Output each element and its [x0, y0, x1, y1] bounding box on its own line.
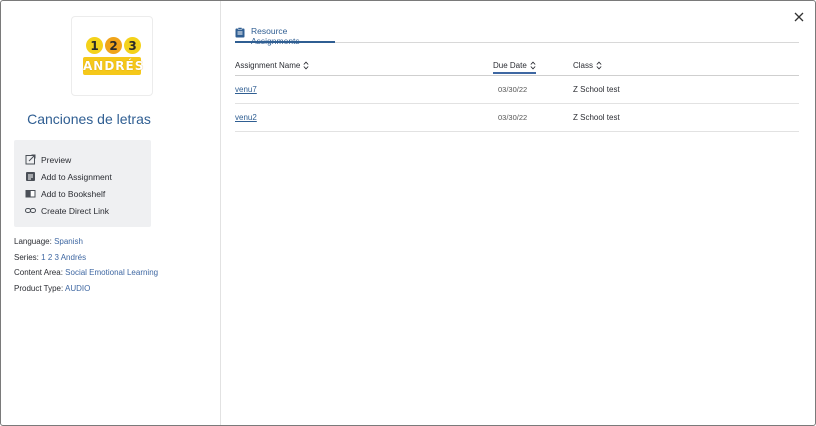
- assignments-panel: Resource Assignments Assignment Name Due…: [222, 1, 815, 425]
- action-menu: Preview Add to Assignment Add to Bookshe…: [14, 140, 151, 227]
- table-row: venu7 03/30/22 Z School test: [235, 76, 799, 104]
- tab-resource-assignments[interactable]: Resource Assignments: [235, 23, 335, 46]
- cover-number: 2: [105, 37, 122, 54]
- sort-icon: [596, 61, 602, 70]
- assignment-link[interactable]: venu2: [235, 113, 257, 122]
- table-header: Assignment Name Due Date Class: [235, 57, 799, 76]
- add-to-assignment-button[interactable]: Add to Assignment: [14, 168, 151, 185]
- table-row: venu2 03/30/22 Z School test: [235, 104, 799, 132]
- meta-value: Social Emotional Learning: [65, 268, 159, 277]
- column-header-label: Class: [573, 61, 594, 70]
- cover-number: 3: [124, 37, 141, 54]
- meta-value: 1 2 3 Andrés: [41, 252, 87, 262]
- book-icon: [25, 188, 36, 199]
- resource-cover: 1 2 3 ANDRÉS: [71, 16, 153, 96]
- resource-metadata: Language: Spanish Series: 1 2 3 Andrés C…: [14, 234, 214, 296]
- resource-modal: 1 2 3 ANDRÉS Canciones de letras Preview: [0, 0, 816, 426]
- cover-logo-numbers: 1 2 3: [86, 37, 141, 54]
- action-label: Add to Assignment: [41, 171, 112, 182]
- class-name: Z School test: [573, 113, 620, 122]
- meta-value: AUDIO: [65, 283, 91, 293]
- meta-key: Language:: [14, 237, 52, 246]
- meta-product-type: Product Type: AUDIO: [14, 281, 214, 297]
- active-tab-indicator: [235, 41, 335, 43]
- preview-button[interactable]: Preview: [14, 151, 151, 168]
- assignment-icon: [25, 171, 36, 182]
- meta-language: Language: Spanish: [14, 234, 214, 250]
- meta-content-area: Content Area: Social Emotional Learning: [14, 265, 214, 281]
- sort-icon: [303, 61, 309, 70]
- column-header-class[interactable]: Class: [573, 61, 602, 70]
- column-header-due-date[interactable]: Due Date: [493, 61, 536, 74]
- tab-label: Resource Assignments: [251, 26, 300, 46]
- resource-title: Canciones de letras: [27, 111, 151, 127]
- action-label: Create Direct Link: [41, 205, 110, 216]
- assignment-link[interactable]: venu7: [235, 85, 257, 94]
- meta-key: Product Type:: [14, 283, 64, 293]
- meta-series: Series: 1 2 3 Andrés: [14, 250, 214, 266]
- class-name: Z School test: [573, 85, 620, 94]
- action-label: Add to Bookshelf: [41, 188, 106, 199]
- due-date: 03/30/22: [498, 113, 528, 122]
- add-to-bookshelf-button[interactable]: Add to Bookshelf: [14, 185, 151, 202]
- column-header-assignment-name[interactable]: Assignment Name: [235, 61, 309, 70]
- meta-value: Spanish: [54, 237, 83, 246]
- clipboard-icon: [235, 25, 245, 38]
- meta-key: Series:: [14, 252, 39, 262]
- action-label: Preview: [41, 154, 72, 165]
- cover-logo-brand: ANDRÉS: [83, 57, 145, 75]
- assignments-table: Assignment Name Due Date Class venu7 03/…: [235, 57, 799, 132]
- sort-icon: [530, 61, 536, 70]
- due-date: 03/30/22: [498, 85, 528, 94]
- external-link-icon: [25, 154, 36, 165]
- column-header-label: Due Date: [493, 61, 527, 70]
- cover-number: 1: [86, 37, 103, 54]
- meta-key: Content Area:: [14, 268, 63, 277]
- link-icon: [25, 205, 36, 216]
- create-direct-link-button[interactable]: Create Direct Link: [14, 202, 151, 219]
- resource-details-panel: 1 2 3 ANDRÉS Canciones de letras Preview: [1, 1, 221, 425]
- column-header-label: Assignment Name: [235, 61, 301, 70]
